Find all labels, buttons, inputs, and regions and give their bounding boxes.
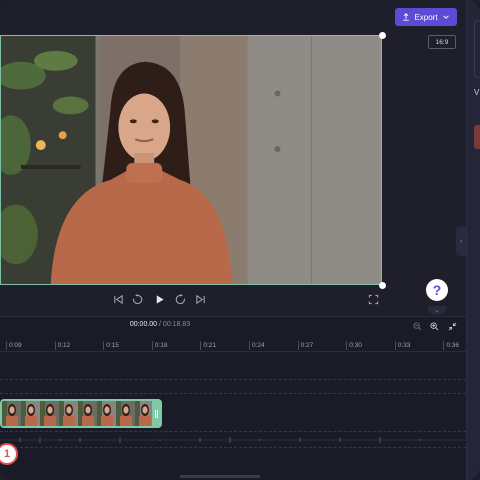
track-divider <box>0 447 466 448</box>
track-divider <box>0 379 466 380</box>
rewind-5s-button[interactable] <box>130 292 144 306</box>
video-clip[interactable] <box>0 399 162 428</box>
aspect-ratio-button[interactable]: 16:9 <box>428 35 456 49</box>
zoom-in-button[interactable] <box>429 321 439 331</box>
play-icon <box>156 294 164 304</box>
chevron-down-icon <box>442 15 449 19</box>
help-collapse-tab[interactable]: ⌄ <box>428 306 446 314</box>
app-window: Export 16:9 V › ? ⌄ 00:00.00 / 00:18.83 … <box>0 0 480 480</box>
zoom-in-icon <box>429 321 438 330</box>
zoom-out-button[interactable] <box>412 321 422 331</box>
fullscreen-icon <box>368 294 378 304</box>
resize-handle-bottom-right[interactable] <box>379 282 386 289</box>
panel-thumbnail[interactable] <box>474 125 480 149</box>
track-divider <box>0 431 466 432</box>
help-button[interactable]: ? <box>426 279 448 301</box>
chevron-down-icon: ⌄ <box>434 307 440 314</box>
video-frame-image <box>1 36 381 284</box>
panel-heading-fragment: V <box>474 88 480 97</box>
timeline-tick: 0:24 <box>249 341 265 350</box>
total-time: 00:18.83 <box>162 321 191 328</box>
zoom-out-icon <box>412 321 421 330</box>
clip-thumbnails <box>2 401 154 426</box>
panel-collapse-button[interactable]: › <box>456 226 466 256</box>
timeline-scrollbar[interactable] <box>180 475 260 478</box>
upload-icon <box>403 13 410 21</box>
forward-5s-button[interactable] <box>173 292 187 306</box>
skip-to-end-button[interactable] <box>193 292 207 306</box>
skip-forward-icon <box>195 294 205 304</box>
fit-timeline-button[interactable] <box>447 321 457 331</box>
timeline-tick: 0:12 <box>54 341 70 350</box>
timeline-tick: 0:30 <box>346 341 362 350</box>
audio-waveform <box>0 437 466 443</box>
timeline-tick: 0:33 <box>394 341 410 350</box>
collapse-arrows-icon <box>448 322 456 330</box>
resize-handle-top-right[interactable] <box>379 32 386 39</box>
track-divider <box>0 393 466 394</box>
timeline-tick: 0:18 <box>151 341 167 350</box>
help-label: ? <box>432 282 442 298</box>
chevron-right-icon: › <box>459 237 463 245</box>
timeline-tick: 0:36 <box>443 341 459 350</box>
timeline-tick: 0:09 <box>6 341 22 350</box>
fullscreen-button[interactable] <box>366 292 380 306</box>
timeline-tick: 0:21 <box>200 341 216 350</box>
timeline-tick: 0:27 <box>297 341 313 350</box>
panel-card[interactable] <box>474 20 480 78</box>
skip-to-start-button[interactable] <box>111 292 125 306</box>
skip-back-icon <box>113 294 123 304</box>
rewind-icon <box>132 293 142 304</box>
export-label: Export <box>414 12 438 22</box>
play-button[interactable] <box>152 292 166 306</box>
fast-forward-icon <box>175 293 185 304</box>
export-button[interactable]: Export <box>395 8 457 26</box>
video-preview[interactable] <box>0 35 382 285</box>
clip-trim-handle[interactable] <box>152 401 160 426</box>
time-display: 00:00.00 / 00:18.83 <box>0 321 320 328</box>
timeline-tick: 0:15 <box>103 341 119 350</box>
current-time: 00:00.00 <box>129 321 158 328</box>
